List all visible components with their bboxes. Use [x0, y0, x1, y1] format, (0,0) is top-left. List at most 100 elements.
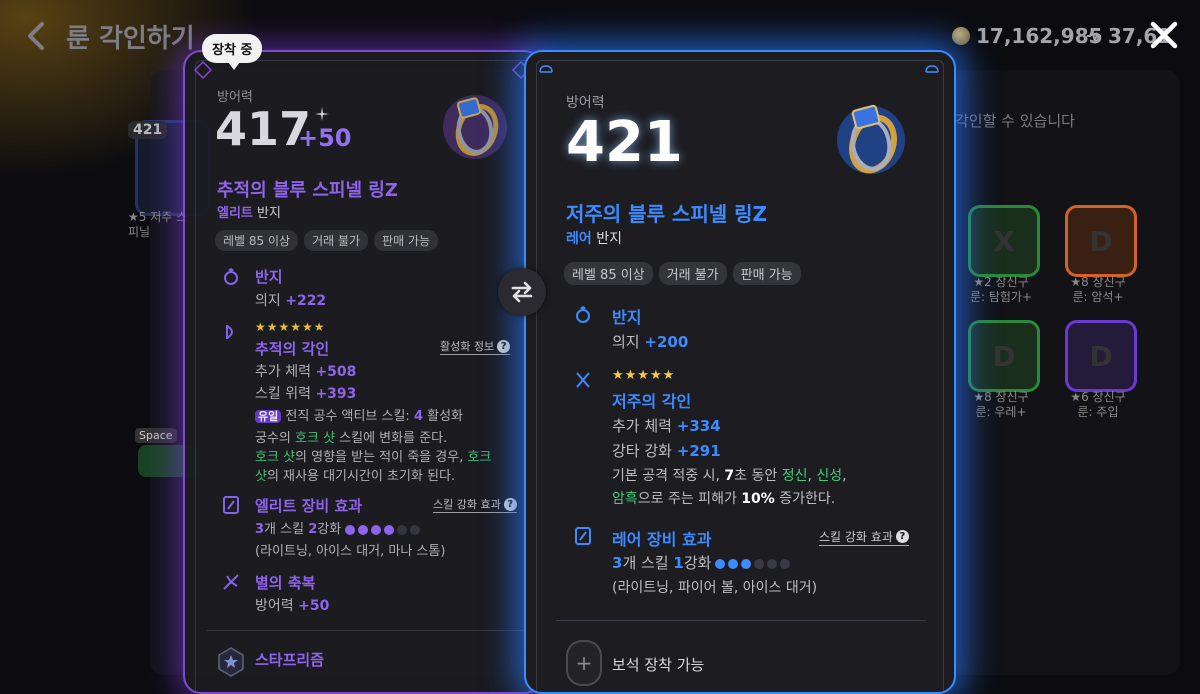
help-icon: ?	[497, 339, 511, 353]
activation-info-link[interactable]: 활성화 정보?	[440, 338, 511, 355]
set-effect-line: 3개 스킬 2강화	[255, 518, 421, 537]
rune-desc-3: 샷의 재사용 대기시간이 초기화 된다.	[255, 469, 456, 484]
gold-currency: 17,162,985	[952, 24, 1103, 48]
tag-sell: 판매 가능	[374, 230, 439, 251]
gem-socket-button[interactable]: +	[566, 640, 602, 686]
close-icon	[1150, 21, 1178, 49]
rune-glyph-icon: D	[1089, 224, 1113, 258]
rune-title: 저주의 각인	[612, 392, 692, 411]
equipped-item-card: 방어력 417 +50 추적의 블루 스피넬 링Z 엘리트 반지 레벨 85 이…	[183, 50, 542, 694]
page-title: 룬 각인하기	[66, 24, 195, 54]
rune-desc-1: 궁수의 호크 샷 스킬에 변화를 준다.	[255, 431, 448, 446]
rune-caption-4: ★6 장신구 룬: 주입	[1070, 390, 1126, 419]
corner-ornament-icon	[925, 65, 939, 73]
corner-ornament-icon	[539, 65, 553, 73]
dot-filled	[728, 558, 739, 569]
rune-x-icon	[576, 372, 590, 388]
dot-filled	[358, 524, 369, 535]
divider	[207, 630, 525, 631]
back-button[interactable]	[22, 20, 52, 52]
ring-item-icon	[837, 104, 905, 174]
set-effect-title: 엘리트 장비 효과	[255, 497, 363, 515]
rune-d-icon	[226, 325, 233, 339]
set-level-dots	[715, 558, 791, 569]
rune-stat-1: 추가 체력 +508	[255, 364, 357, 380]
set-skills: (라이트닝, 아이스 대거, 마나 스톰)	[255, 544, 446, 559]
sparkle-icon	[315, 107, 329, 121]
ghost-item-caption: ★5 저주 스피닐	[128, 210, 188, 239]
ring-slot-icon	[224, 268, 238, 285]
rune-desc-2: 암흑으로 주는 피해가 10% 증가한다.	[612, 491, 836, 507]
defense-value: 421	[566, 110, 683, 175]
blessing-title: 별의 축복	[255, 574, 316, 592]
rune-desc-1: 기본 공격 적중 시, 7초 동안 정신, 신성,	[612, 468, 847, 484]
rune-tile-2[interactable]: D	[1065, 205, 1137, 277]
blessing-stat: 방어력 +50	[255, 598, 330, 614]
item-grade-type: 레어 반지	[566, 231, 622, 247]
rune-stat-2: 스킬 위력 +393	[255, 386, 357, 402]
unique-effect: 유일 전직 공수 액티브 스킬: 4 활성화	[255, 405, 463, 424]
help-icon: ?	[503, 497, 517, 511]
divider	[556, 620, 926, 621]
dot-empty	[410, 524, 421, 535]
defense-label: 방어력	[566, 95, 605, 111]
dot-empty	[767, 558, 778, 569]
rune-tile-3[interactable]: D	[968, 320, 1040, 392]
defense-value: 417	[215, 102, 312, 156]
dot-filled	[715, 558, 726, 569]
item-tags: 레벨 85 이상 거래 불가 판매 가능	[215, 230, 439, 251]
wave-icon	[1087, 28, 1101, 44]
skill-enhance-link[interactable]: 스킬 강화 효과?	[433, 496, 517, 513]
rune-glyph-icon: X	[993, 224, 1015, 258]
compare-item-card: 방어력 421 저주의 블루 스피넬 링Z 레어 반지 레벨 85 이상 거래 …	[524, 50, 956, 694]
tag-trade: 거래 불가	[304, 230, 369, 251]
rune-stars: ★★★★★	[612, 368, 676, 383]
tag-level: 레벨 85 이상	[564, 262, 653, 285]
coin-icon	[952, 27, 970, 45]
dot-empty	[397, 524, 408, 535]
rune-glyph-icon: D	[1089, 339, 1113, 373]
item-grade-type: 엘리트 반지	[217, 206, 281, 221]
ghost-item-level: 421	[128, 121, 168, 139]
star-prism-title: 스타프리즘	[255, 651, 325, 669]
slot-stat: 의지 +200	[612, 333, 689, 351]
rune-stat-2: 강타 강화 +291	[612, 442, 721, 460]
socket-text: 보석 장착 가능	[612, 656, 705, 674]
item-tags: 레벨 85 이상 거래 불가 판매 가능	[564, 262, 801, 285]
rune-stars: ★★★★★★	[255, 320, 326, 334]
rune-glyph-icon: D	[992, 339, 1016, 373]
star-prism-icon	[218, 647, 244, 677]
set-effect-icon	[575, 527, 591, 545]
tag-trade: 거래 불가	[658, 262, 727, 285]
close-button[interactable]	[1147, 18, 1181, 52]
space-key-hint: Space	[135, 428, 177, 443]
rune-tile-1[interactable]: X	[968, 205, 1040, 277]
tag-sell: 판매 가능	[732, 262, 801, 285]
dot-empty	[754, 558, 765, 569]
set-effect-icon	[223, 496, 239, 514]
slot-title: 반지	[255, 268, 283, 286]
rune-stat-1: 추가 체력 +334	[612, 417, 721, 435]
item-name: 추적의 블루 스피넬 링Z	[217, 180, 398, 201]
gold-amount: 17,162,985	[976, 24, 1103, 48]
skill-enhance-link[interactable]: 스킬 강화 효과?	[819, 528, 909, 546]
help-icon: ?	[895, 530, 909, 543]
ring-slot-icon	[576, 306, 590, 323]
tag-level: 레벨 85 이상	[215, 230, 299, 251]
rune-desc-2: 호크 샷의 영향을 받는 적이 죽을 경우, 호크	[255, 450, 492, 465]
plus-icon: +	[575, 651, 593, 675]
rune-caption-2: ★8 장신구 룬: 암석+	[1070, 275, 1126, 304]
slot-stat: 의지 +222	[255, 293, 327, 309]
item-name: 저주의 블루 스피넬 링Z	[566, 202, 767, 226]
ring-item-icon	[443, 95, 507, 159]
rune-tile-4[interactable]: D	[1065, 320, 1137, 392]
dot-filled	[384, 524, 395, 535]
rune-caption-3: ★8 장신구 룬: 우레+	[973, 390, 1029, 419]
defense-bonus: +50	[298, 124, 352, 152]
dot-filled	[741, 558, 752, 569]
set-effect-line: 3개 스킬 1강화	[612, 552, 791, 573]
chevron-left-icon	[28, 22, 44, 50]
swap-button[interactable]	[498, 268, 546, 316]
background-hint: 각인할 수 있습니다	[955, 112, 1075, 130]
rune-caption-1: ★2 장신구 룬: 탐험가+	[969, 275, 1033, 304]
